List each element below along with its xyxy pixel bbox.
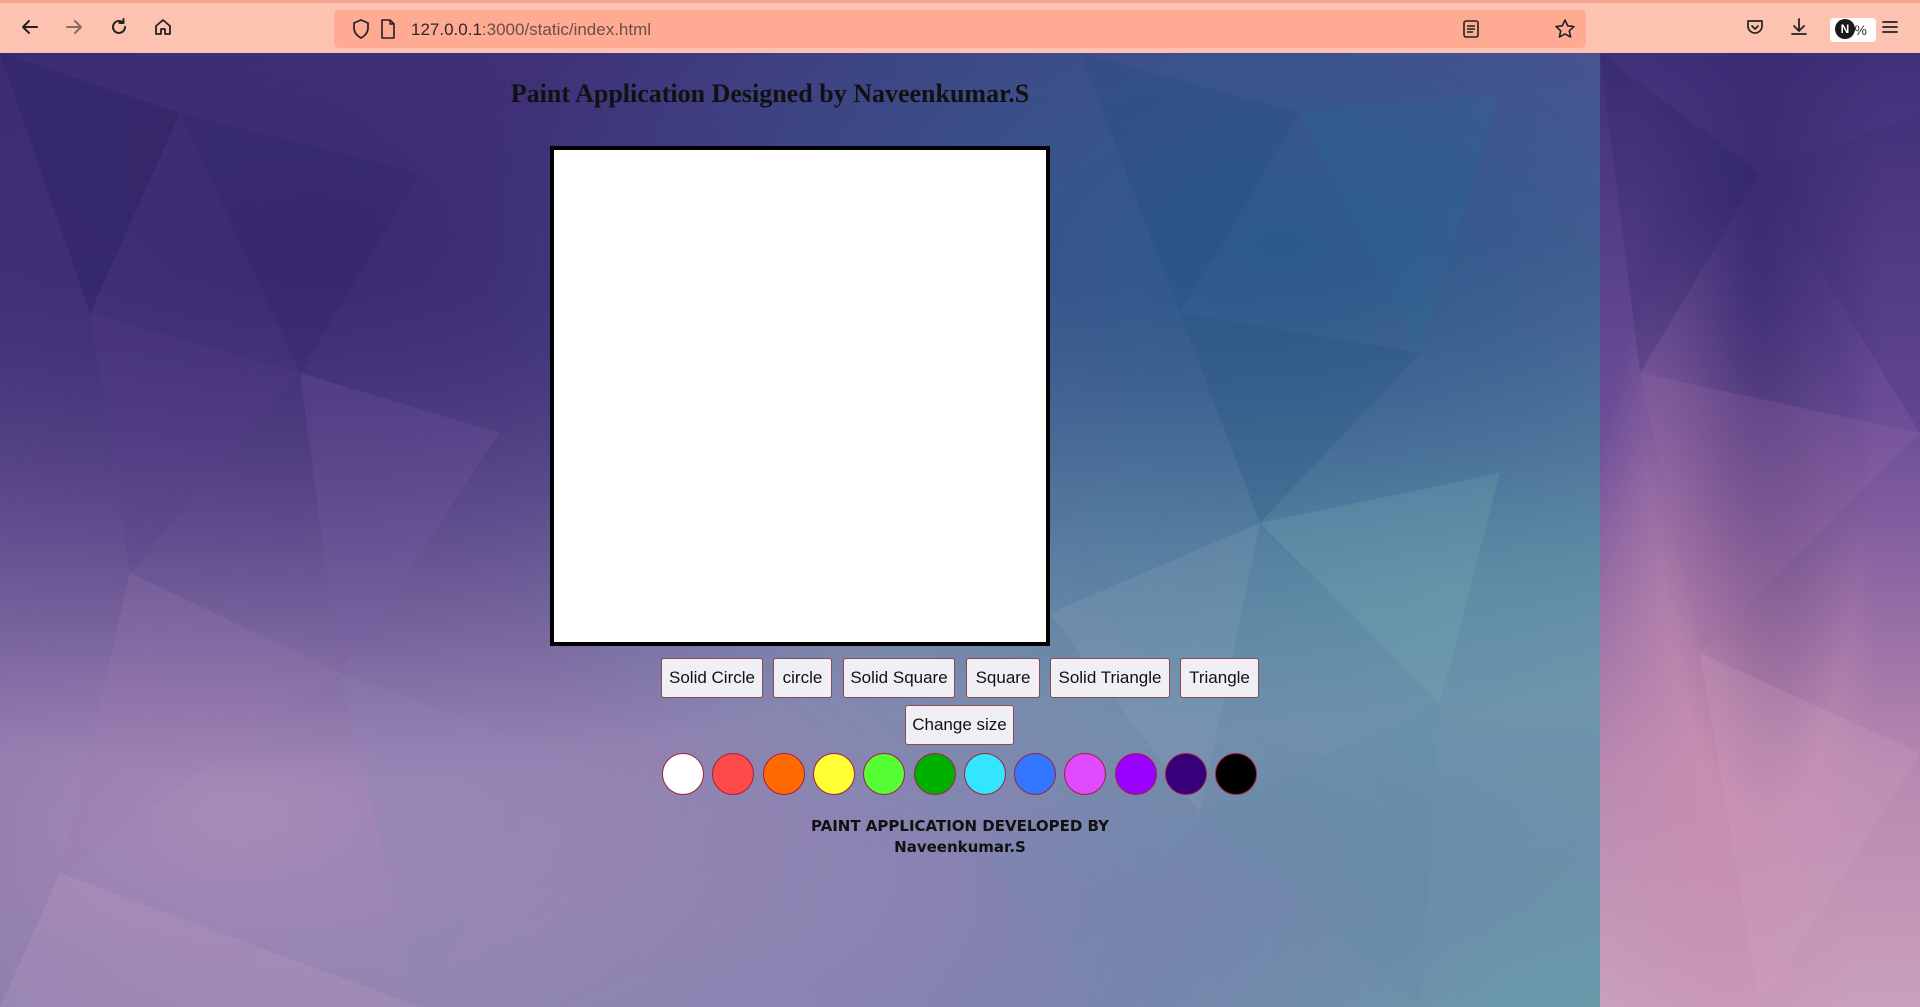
forward-icon[interactable] (62, 15, 86, 39)
footer-line-2: Naveenkumar.S (894, 838, 1026, 856)
triangle-button[interactable]: Triangle (1180, 658, 1259, 698)
solid-square-button[interactable]: Solid Square (843, 658, 955, 698)
square-button[interactable]: Square (966, 658, 1040, 698)
circle-button[interactable]: circle (773, 658, 832, 698)
color-swatch-orange[interactable] (763, 753, 805, 795)
url-host: 127.0.0.1 (411, 20, 482, 39)
page-icon[interactable] (380, 19, 396, 44)
url-path: :3000/static/index.html (481, 20, 652, 39)
pocket-icon[interactable] (1743, 15, 1767, 39)
bookmark-star-icon[interactable] (1554, 18, 1576, 45)
home-icon[interactable] (151, 15, 175, 39)
menu-icon[interactable] (1878, 15, 1902, 39)
downloads-icon[interactable] (1787, 15, 1811, 39)
page-viewport: Paint Application Designed by Naveenkuma… (0, 53, 1920, 1007)
solid-circle-button[interactable]: Solid Circle (661, 658, 763, 698)
page-title: Paint Application Designed by Naveenkuma… (510, 79, 1030, 108)
account-avatar[interactable]: N (1835, 19, 1855, 39)
color-swatch-blue[interactable] (1014, 753, 1056, 795)
reload-icon[interactable] (107, 15, 131, 39)
color-swatch-black[interactable] (1215, 753, 1257, 795)
shield-icon[interactable] (352, 19, 370, 44)
browser-toolbar: 127.0.0.1:3000/static/index.html 67% N (0, 0, 1920, 53)
color-swatch-cyan[interactable] (964, 753, 1006, 795)
color-swatch-purple[interactable] (1115, 753, 1157, 795)
color-swatch-indigo[interactable] (1165, 753, 1207, 795)
color-swatch-green[interactable] (914, 753, 956, 795)
drawing-canvas[interactable] (550, 146, 1050, 646)
url-text[interactable]: 127.0.0.1:3000/static/index.html (411, 20, 651, 40)
color-swatch-pink[interactable] (1064, 753, 1106, 795)
color-swatch-red[interactable] (712, 753, 754, 795)
color-swatch-white[interactable] (662, 753, 704, 795)
footer-credit: PAINT APPLICATION DEVELOPED BY Naveenkum… (680, 816, 1240, 858)
change-size-button[interactable]: Change size (905, 705, 1014, 745)
footer-line-1: PAINT APPLICATION DEVELOPED BY (810, 817, 1110, 835)
address-bar[interactable]: 127.0.0.1:3000/static/index.html 67% (334, 10, 1876, 48)
reader-view-icon[interactable] (1462, 19, 1480, 44)
color-swatch-yellow[interactable] (813, 753, 855, 795)
back-icon[interactable] (18, 15, 42, 39)
color-swatch-light-green[interactable] (863, 753, 905, 795)
solid-triangle-button[interactable]: Solid Triangle (1050, 658, 1170, 698)
